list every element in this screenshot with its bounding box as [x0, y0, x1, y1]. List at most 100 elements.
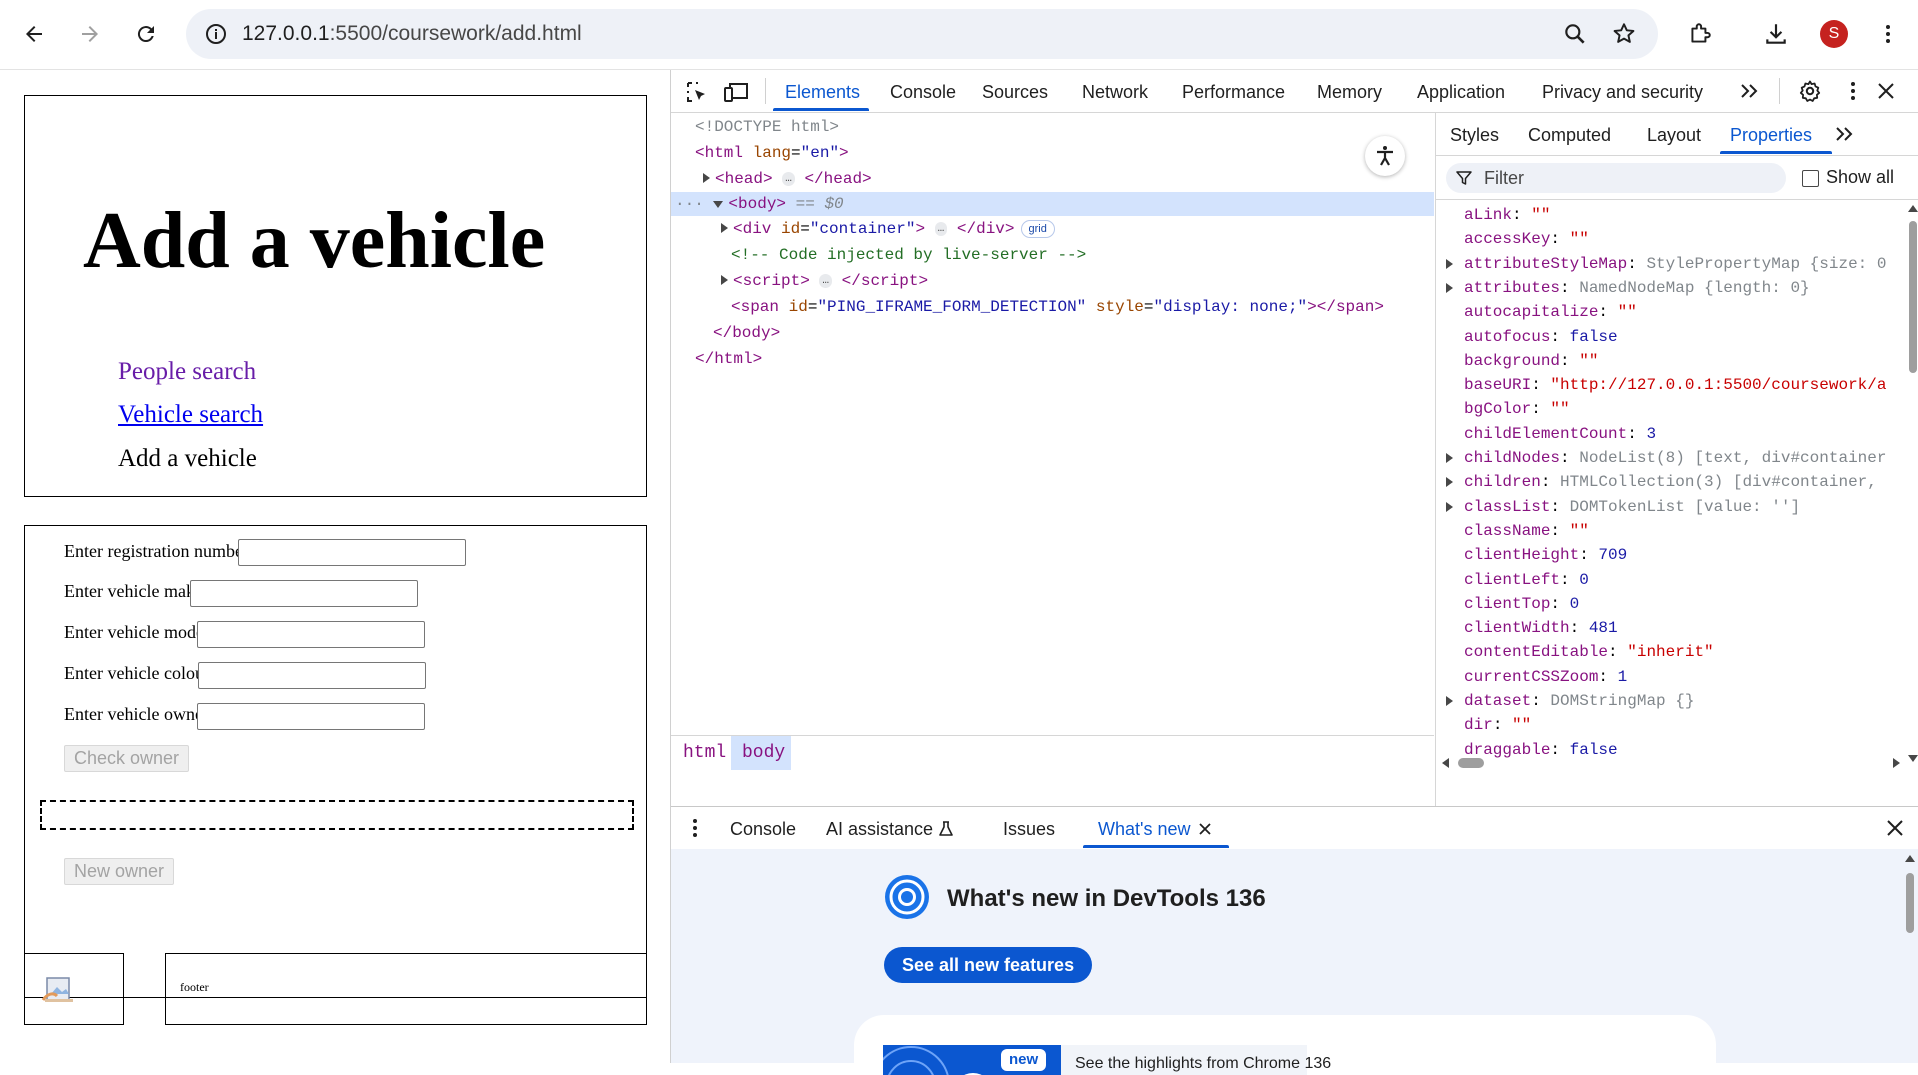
- extensions-button[interactable]: [1680, 14, 1720, 54]
- new-owner-button[interactable]: New owner: [64, 858, 175, 885]
- drawer-scrollbar[interactable]: [1903, 849, 1917, 1063]
- html-node[interactable]: <html lang="en">: [695, 141, 849, 165]
- scroll-left-arrow-icon[interactable]: [1442, 758, 1449, 768]
- people-search-link[interactable]: People search: [118, 358, 256, 386]
- bookmark-star-icon[interactable]: [1611, 21, 1637, 47]
- drawer-scroll-up-icon[interactable]: [1905, 855, 1915, 862]
- make-input[interactable]: [190, 580, 418, 607]
- property-row[interactable]: classList: DOMTokenList [value: '']: [1446, 495, 1800, 519]
- property-filter-input[interactable]: Filter: [1446, 163, 1786, 193]
- expand-arrow-icon[interactable]: [1446, 477, 1453, 488]
- div-container-node[interactable]: <div id="container"> … </div> grid: [721, 217, 1055, 241]
- devtools-menu-icon[interactable]: [1841, 79, 1865, 103]
- breadcrumb-body[interactable]: body: [742, 743, 785, 763]
- property-row[interactable]: autocapitalize: "": [1464, 300, 1637, 324]
- property-row[interactable]: background: "": [1464, 349, 1598, 373]
- see-all-features-button[interactable]: See all new features: [884, 947, 1093, 983]
- scroll-down-arrow-icon[interactable]: [1908, 755, 1918, 762]
- property-row[interactable]: clientHeight: 709: [1464, 543, 1627, 567]
- show-all-checkbox[interactable]: [1802, 170, 1819, 187]
- url-text[interactable]: 127.0.0.1:5500/coursework/add.html: [242, 22, 582, 46]
- expand-arrow-icon[interactable]: [1446, 258, 1453, 269]
- tab-network[interactable]: Network: [1082, 82, 1148, 103]
- highlights-thumbnail[interactable]: new: [883, 1045, 1061, 1075]
- doctype-node[interactable]: <!DOCTYPE html>: [695, 115, 839, 139]
- scroll-thumb[interactable]: [1909, 221, 1917, 373]
- tab-layout[interactable]: Layout: [1647, 125, 1701, 146]
- colour-input[interactable]: [198, 662, 426, 689]
- profile-button[interactable]: S: [1814, 14, 1854, 54]
- tab-styles[interactable]: Styles: [1450, 125, 1499, 146]
- vehicle-search-link[interactable]: Vehicle search: [118, 401, 263, 429]
- drawer-tab-console[interactable]: Console: [730, 819, 796, 840]
- device-toolbar-icon[interactable]: [723, 80, 749, 104]
- zoom-icon[interactable]: [1562, 21, 1588, 47]
- property-row[interactable]: autofocus: false: [1464, 325, 1618, 349]
- property-row[interactable]: accessKey: "": [1464, 227, 1589, 251]
- comment-node[interactable]: <!-- Code injected by live-server -->: [731, 243, 1086, 267]
- property-row[interactable]: dataset: DOMStringMap {}: [1446, 689, 1694, 713]
- property-row[interactable]: childNodes: NodeList(8) [text, div#conta…: [1446, 446, 1886, 470]
- more-tabs-icon[interactable]: [1739, 82, 1761, 100]
- close-tab-icon[interactable]: [1198, 822, 1212, 836]
- property-row[interactable]: className: "": [1464, 519, 1589, 543]
- inspect-element-icon[interactable]: [685, 80, 709, 104]
- drawer-tab-whats-new[interactable]: What's new: [1098, 819, 1190, 840]
- drawer-tab-issues[interactable]: Issues: [1003, 819, 1055, 840]
- property-row[interactable]: aLink: "": [1464, 203, 1550, 227]
- tab-memory[interactable]: Memory: [1317, 82, 1382, 103]
- tab-console[interactable]: Console: [890, 82, 956, 103]
- close-drawer-icon[interactable]: [1885, 818, 1905, 838]
- property-row[interactable]: childElementCount: 3: [1464, 422, 1656, 446]
- collapsed-ellipsis[interactable]: …: [782, 171, 795, 186]
- browser-menu-button[interactable]: [1868, 14, 1908, 54]
- accessibility-tree-button[interactable]: [1365, 136, 1405, 176]
- tab-privacy-security[interactable]: Privacy and security: [1542, 82, 1703, 103]
- tab-computed[interactable]: Computed: [1528, 125, 1611, 146]
- more-sidebar-tabs-icon[interactable]: [1834, 125, 1856, 143]
- head-node[interactable]: <head> … </head>: [703, 167, 872, 191]
- expand-arrow-icon[interactable]: [1446, 282, 1453, 293]
- tab-sources[interactable]: Sources: [982, 82, 1048, 103]
- horizontal-scrollbar[interactable]: [1436, 753, 1906, 773]
- model-input[interactable]: [197, 621, 425, 648]
- body-node[interactable]: ··· <body> == $0: [675, 192, 844, 216]
- property-row[interactable]: clientLeft: 0: [1464, 568, 1589, 592]
- scroll-up-arrow-icon[interactable]: [1908, 205, 1918, 212]
- span-node[interactable]: <span id="PING_IFRAME_FORM_DETECTION" st…: [731, 295, 1384, 319]
- grid-badge[interactable]: grid: [1020, 219, 1055, 238]
- property-row[interactable]: dir: "": [1464, 713, 1531, 737]
- tab-performance[interactable]: Performance: [1182, 82, 1285, 103]
- breadcrumb-html[interactable]: html: [683, 743, 726, 763]
- expand-arrow-icon[interactable]: [1446, 453, 1453, 463]
- html-close-node[interactable]: </html>: [695, 347, 762, 371]
- h-scroll-thumb[interactable]: [1458, 758, 1484, 768]
- body-close-node[interactable]: </body>: [713, 321, 780, 345]
- drawer-tab-ai-assistance[interactable]: AI assistance: [826, 819, 933, 840]
- check-owner-button[interactable]: Check owner: [64, 745, 190, 772]
- downloads-button[interactable]: [1756, 14, 1796, 54]
- registration-input[interactable]: [238, 539, 466, 566]
- back-button[interactable]: [14, 14, 54, 54]
- address-bar[interactable]: 127.0.0.1:5500/coursework/add.html: [186, 9, 1658, 59]
- drawer-scroll-thumb[interactable]: [1906, 873, 1914, 933]
- property-row[interactable]: baseURI: "http://127.0.0.1:5500/coursewo…: [1464, 373, 1886, 397]
- reload-button[interactable]: [126, 14, 166, 54]
- site-info-icon[interactable]: [204, 22, 228, 46]
- tab-application[interactable]: Application: [1417, 82, 1505, 103]
- close-devtools-icon[interactable]: [1875, 80, 1897, 102]
- property-row[interactable]: contentEditable: "inherit": [1464, 640, 1714, 664]
- property-row[interactable]: clientWidth: 481: [1464, 616, 1618, 640]
- property-row[interactable]: currentCSSZoom: 1: [1464, 665, 1627, 689]
- tab-elements[interactable]: Elements: [785, 82, 860, 103]
- property-row[interactable]: children: HTMLCollection(3) [div#contain…: [1446, 470, 1877, 494]
- owner-input[interactable]: [197, 703, 425, 730]
- property-row[interactable]: clientTop: 0: [1464, 592, 1579, 616]
- tab-properties[interactable]: Properties: [1730, 125, 1812, 146]
- script-node[interactable]: <script> … </script>: [721, 269, 928, 293]
- property-row[interactable]: bgColor: "": [1464, 397, 1570, 421]
- settings-gear-icon[interactable]: [1798, 79, 1822, 103]
- highlights-text-box[interactable]: See the highlights from Chrome 136: [1061, 1045, 1331, 1075]
- expand-arrow-icon[interactable]: [1446, 501, 1453, 512]
- expand-arrow-icon[interactable]: [1446, 696, 1453, 706]
